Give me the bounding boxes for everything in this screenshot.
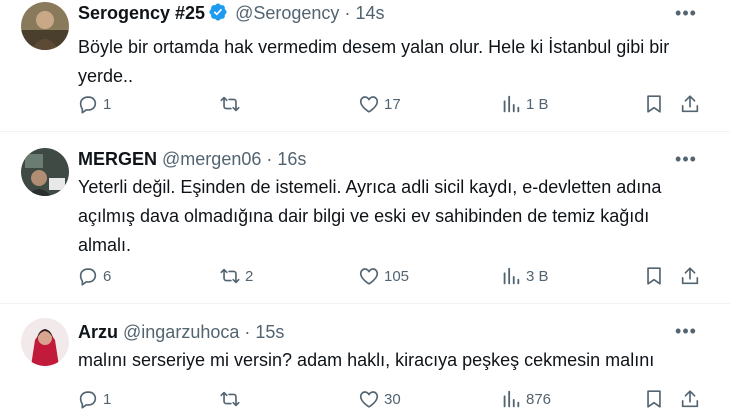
like-button[interactable]: 17 bbox=[358, 91, 401, 117]
views-chart-icon bbox=[500, 388, 522, 410]
tweet-header: Arzu @ingarzuhoca · 15s bbox=[78, 321, 284, 343]
reply-icon bbox=[77, 93, 99, 115]
tweet-text: Böyle bir ortamda hak vermedim desem yal… bbox=[78, 37, 670, 86]
reply-button[interactable]: 1 bbox=[77, 386, 111, 412]
more-options-icon[interactable]: ••• bbox=[674, 322, 698, 346]
reply-icon bbox=[77, 388, 99, 410]
like-count: 30 bbox=[384, 390, 401, 408]
like-button[interactable]: 105 bbox=[358, 263, 409, 289]
bookmark-button[interactable] bbox=[643, 263, 665, 289]
tweet-2[interactable]: MERGEN @mergen06 · 16s ••• Yeterli değil… bbox=[0, 132, 730, 300]
bookmark-icon bbox=[643, 388, 665, 410]
display-name[interactable]: MERGEN bbox=[78, 149, 157, 169]
avatar[interactable] bbox=[21, 2, 69, 50]
heart-icon bbox=[358, 93, 380, 115]
tweet-3[interactable]: Arzu @ingarzuhoca · 15s ••• malını serse… bbox=[0, 304, 730, 420]
reply-icon bbox=[77, 265, 99, 287]
retweet-button[interactable] bbox=[219, 91, 245, 117]
avatar[interactable] bbox=[21, 318, 69, 366]
bookmark-button[interactable] bbox=[643, 386, 665, 412]
reply-count: 1 bbox=[103, 390, 112, 408]
verified-badge-icon bbox=[208, 2, 228, 27]
avatar[interactable] bbox=[21, 148, 69, 196]
retweet-icon bbox=[219, 388, 241, 410]
display-name[interactable]: Serogency #25 bbox=[78, 3, 205, 23]
bookmark-icon bbox=[643, 265, 665, 287]
views-chart-icon bbox=[500, 93, 522, 115]
like-button[interactable]: 30 bbox=[358, 386, 401, 412]
reply-count: 1 bbox=[103, 95, 112, 113]
action-bar: 6 2 105 3 B bbox=[72, 263, 712, 289]
handle[interactable]: @mergen06 bbox=[162, 149, 261, 169]
views-button[interactable]: 876 bbox=[500, 386, 551, 412]
view-count: 876 bbox=[526, 390, 552, 408]
action-bar: 1 30 876 bbox=[72, 386, 712, 412]
separator-dot: · bbox=[344, 3, 351, 23]
reply-count: 6 bbox=[103, 267, 112, 285]
timestamp[interactable]: 15s bbox=[255, 322, 284, 342]
share-icon bbox=[679, 265, 701, 287]
handle[interactable]: @ingarzuhoca bbox=[123, 322, 239, 342]
bookmark-icon bbox=[643, 93, 665, 115]
tweet-text: malını serseriye mi versin? adam haklı, … bbox=[78, 350, 655, 370]
retweet-button[interactable] bbox=[219, 386, 245, 412]
share-button[interactable] bbox=[679, 263, 701, 289]
share-button[interactable] bbox=[679, 91, 701, 117]
timestamp[interactable]: 14s bbox=[355, 3, 384, 23]
bookmark-button[interactable] bbox=[643, 91, 665, 117]
views-chart-icon bbox=[500, 265, 522, 287]
like-count: 105 bbox=[384, 267, 410, 285]
share-icon bbox=[679, 93, 701, 115]
reply-button[interactable]: 6 bbox=[77, 263, 111, 289]
heart-icon bbox=[358, 388, 380, 410]
retweet-icon bbox=[219, 93, 241, 115]
reply-button[interactable]: 1 bbox=[77, 91, 111, 117]
tweet-header: Serogency #25 @Serogency · 14s bbox=[78, 2, 384, 27]
action-bar: 1 17 1 B bbox=[72, 91, 712, 117]
timestamp[interactable]: 16s bbox=[277, 149, 306, 169]
views-button[interactable]: 1 B bbox=[500, 91, 549, 117]
separator-dot: · bbox=[266, 149, 273, 169]
like-count: 17 bbox=[384, 95, 401, 113]
retweet-button[interactable]: 2 bbox=[219, 263, 253, 289]
separator-dot: · bbox=[244, 322, 251, 342]
retweet-icon bbox=[219, 265, 241, 287]
view-count: 3 B bbox=[526, 267, 549, 285]
share-button[interactable] bbox=[679, 386, 701, 412]
tweet-text: Yeterli değil. Eşinden de istemeli. Ayrı… bbox=[78, 177, 662, 255]
heart-icon bbox=[358, 265, 380, 287]
view-count: 1 B bbox=[526, 95, 549, 113]
tweet-1[interactable]: Serogency #25 @Serogency · 14s ••• Böyle… bbox=[0, 0, 730, 126]
handle[interactable]: @Serogency bbox=[235, 3, 339, 23]
more-options-icon[interactable]: ••• bbox=[674, 150, 698, 174]
share-icon bbox=[679, 388, 701, 410]
retweet-count: 2 bbox=[245, 267, 254, 285]
display-name[interactable]: Arzu bbox=[78, 322, 118, 342]
views-button[interactable]: 3 B bbox=[500, 263, 549, 289]
tweet-header: MERGEN @mergen06 · 16s bbox=[78, 148, 306, 170]
more-options-icon[interactable]: ••• bbox=[674, 4, 698, 28]
